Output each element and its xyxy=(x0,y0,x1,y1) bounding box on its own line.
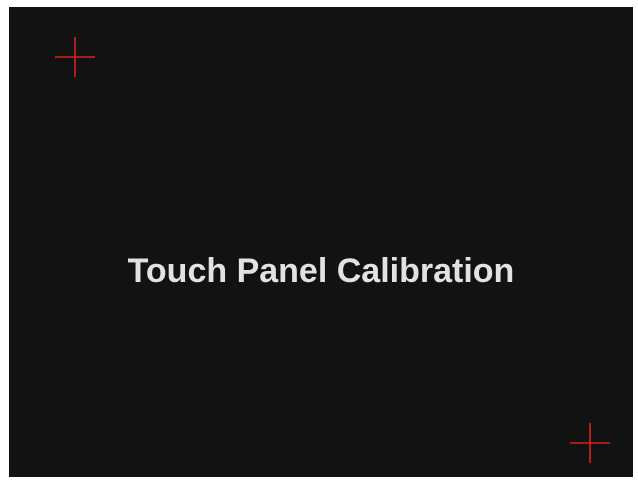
crosshair-icon xyxy=(55,37,95,77)
crosshair-icon xyxy=(570,423,610,463)
top-left-crosshair-icon[interactable] xyxy=(51,33,99,81)
calibration-title: Touch Panel Calibration xyxy=(127,252,515,290)
calibration-screen: Touch Panel Calibration xyxy=(9,7,633,477)
bottom-right-crosshair-icon[interactable] xyxy=(566,419,614,467)
